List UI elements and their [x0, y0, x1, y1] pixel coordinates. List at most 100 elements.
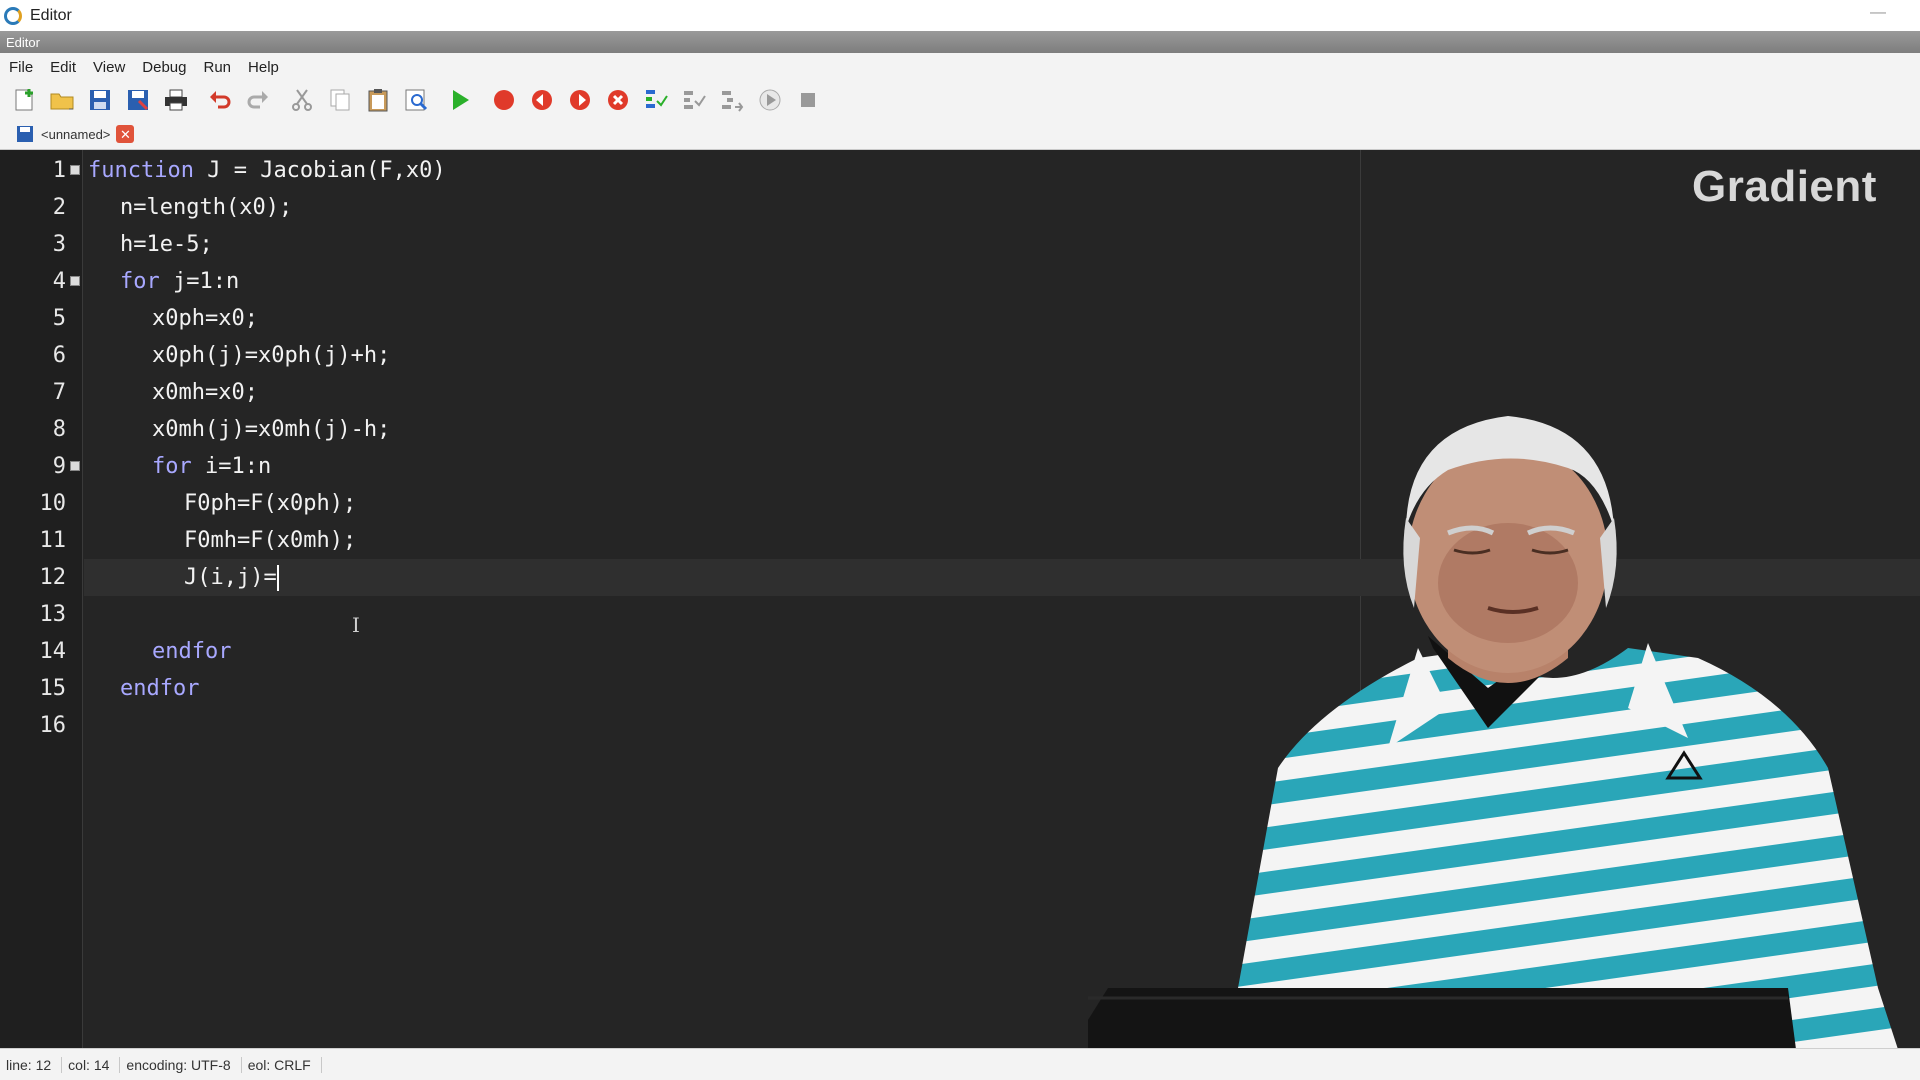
line-number: 5 [52, 306, 66, 331]
dock-header: Editor [0, 31, 1920, 53]
code-line[interactable]: F0ph=F(x0ph); [184, 485, 356, 522]
continue-button[interactable] [754, 84, 786, 116]
line-number: 11 [39, 528, 67, 553]
editor-tab-strip: <unnamed> ✕ [0, 119, 1920, 150]
run-button[interactable] [444, 84, 476, 116]
step-over-button[interactable] [678, 84, 710, 116]
fold-toggle-icon[interactable] [70, 165, 80, 175]
continue-icon [759, 89, 781, 111]
octave-app-icon [4, 6, 22, 25]
code-line[interactable]: F0mh=F(x0mh); [184, 522, 356, 559]
paste-button[interactable] [362, 84, 394, 116]
code-line[interactable]: x0mh=x0; [152, 374, 258, 411]
save-as-button[interactable] [122, 84, 154, 116]
code-line[interactable]: for j=1:n [120, 263, 239, 300]
step-over-icon [684, 91, 706, 109]
menu-run[interactable]: Run [194, 59, 239, 76]
step-in-button[interactable] [640, 84, 672, 116]
code-line[interactable]: endfor [120, 670, 199, 707]
toggle-breakpoint-button[interactable] [488, 84, 520, 116]
undo-button[interactable] [204, 84, 236, 116]
close-icon[interactable]: ✕ [116, 125, 135, 143]
keyword: for [152, 454, 192, 479]
print-icon [165, 89, 187, 111]
save-icon [17, 126, 33, 142]
next-breakpoint-button[interactable] [564, 84, 596, 116]
watermark-logo: Gradient [1692, 162, 1877, 211]
redo-icon [247, 91, 268, 109]
line-number: 6 [52, 343, 66, 368]
code-line[interactable]: J(i,j)= [184, 559, 279, 596]
line-number: 16 [39, 713, 67, 738]
line-number: 3 [52, 232, 66, 257]
status-eol: eol: CRLF [248, 1056, 322, 1073]
minimize-button[interactable]: — [1870, 4, 1886, 22]
presenter-video-overlay [1088, 416, 1908, 1080]
status-encoding: encoding: UTF-8 [126, 1056, 242, 1073]
line-number: 4 [52, 269, 66, 294]
save-button[interactable] [84, 84, 116, 116]
tab-label: <unnamed> [41, 126, 111, 142]
stop-icon [801, 93, 815, 107]
code-text: n=length(x0); [120, 195, 293, 220]
code-line[interactable]: endfor [152, 633, 231, 670]
code-text: F0mh=F(x0mh); [184, 528, 357, 553]
previous-breakpoint-icon [532, 90, 552, 110]
line-number: 15 [39, 676, 67, 701]
toolbar [0, 81, 1920, 119]
code-text: x0ph(j)=x0ph(j)+h; [152, 343, 391, 368]
text-cursor-icon: I [352, 613, 360, 637]
keyword: for [120, 269, 160, 294]
keyword: endfor [152, 639, 232, 664]
cut-button[interactable] [286, 84, 318, 116]
code-text: x0mh=x0; [152, 380, 258, 405]
code-line[interactable]: h=1e-5; [120, 226, 213, 263]
find-replace-button[interactable] [400, 84, 432, 116]
new-file-button[interactable] [8, 84, 40, 116]
code-text: F0ph=F(x0ph); [184, 491, 357, 516]
tab-unnamed[interactable]: <unnamed> ✕ [16, 123, 135, 145]
code-line[interactable]: for i=1:n [152, 448, 271, 485]
line-number: 13 [39, 602, 67, 627]
open-folder-icon [50, 93, 74, 110]
previous-breakpoint-button[interactable] [526, 84, 558, 116]
code-line[interactable]: function J = Jacobian(F,x0) [88, 152, 446, 189]
line-number: 8 [52, 417, 66, 442]
step-out-icon [722, 91, 744, 112]
stop-button[interactable] [792, 84, 824, 116]
code-text: x0ph=x0; [152, 306, 258, 331]
clear-breakpoints-icon [608, 90, 628, 110]
menu-help[interactable]: Help [239, 59, 287, 76]
menu-bar: File Edit View Debug Run Help [0, 53, 1920, 81]
copy-button[interactable] [324, 84, 356, 116]
code-line[interactable]: x0ph(j)=x0ph(j)+h; [152, 337, 390, 374]
code-line[interactable]: x0ph=x0; [152, 300, 258, 337]
keyword: endfor [120, 676, 200, 701]
code-text: J(i,j)= [184, 565, 277, 590]
line-number-gutter: 1 2 3 4 5 6 7 8 9 10 11 12 13 14 15 16 [4, 150, 83, 1048]
code-text: x0mh(j)=x0mh(j)-h; [152, 417, 391, 442]
code-line[interactable]: n=length(x0); [120, 189, 292, 226]
keyword: function [88, 158, 194, 183]
fold-toggle-icon[interactable] [70, 461, 80, 471]
menu-file[interactable]: File [0, 59, 41, 76]
step-out-button[interactable] [716, 84, 748, 116]
next-breakpoint-icon [570, 90, 590, 110]
new-file-icon [15, 89, 33, 111]
menu-edit[interactable]: Edit [41, 59, 84, 76]
open-folder-button[interactable] [46, 84, 78, 116]
text-caret [276, 565, 279, 591]
window-title: Editor [30, 6, 72, 24]
fold-toggle-icon[interactable] [70, 276, 80, 286]
step-in-icon [646, 90, 668, 108]
print-button[interactable] [160, 84, 192, 116]
redo-button[interactable] [242, 84, 274, 116]
code-line[interactable]: x0mh(j)=x0mh(j)-h; [152, 411, 390, 448]
menu-debug[interactable]: Debug [133, 59, 194, 76]
remove-all-breakpoints-button[interactable] [602, 84, 634, 116]
line-number: 7 [52, 380, 66, 405]
save-icon [90, 90, 110, 110]
title-bar: Editor — [0, 0, 1920, 31]
menu-view[interactable]: View [84, 59, 133, 76]
undo-icon [210, 91, 231, 109]
